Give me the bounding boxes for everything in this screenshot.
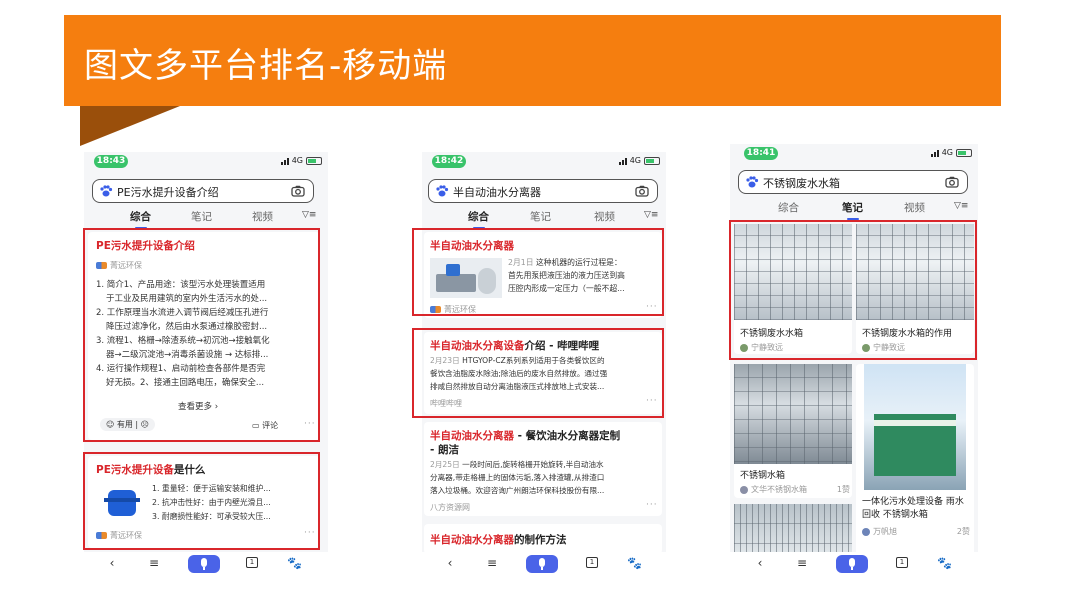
status-time: 18:41 — [744, 147, 778, 160]
note-image — [734, 364, 852, 464]
tabs-count-icon[interactable]: 1 — [586, 557, 598, 568]
highlight-box — [83, 452, 320, 550]
search-query: 不锈钢废水水箱 — [763, 177, 840, 190]
tab-notes[interactable]: 笔记 — [530, 209, 551, 224]
tab-comprehensive[interactable]: 综合 — [778, 200, 799, 215]
baidu-paw-icon — [100, 185, 113, 197]
banner-decoration — [80, 106, 180, 146]
status-bar: 18:42 4G — [422, 152, 666, 174]
note-author: 文华不锈钢水箱 1赞 — [740, 484, 850, 495]
signal-icon — [280, 157, 289, 165]
bottom-nav-bar: ‹ ≡ 1 🐾 — [730, 552, 978, 578]
filter-icon[interactable]: ▽≡ — [954, 201, 968, 211]
tab-notes[interactable]: 笔记 — [191, 209, 212, 224]
back-icon[interactable]: ‹ — [442, 556, 458, 570]
voice-search-button[interactable] — [188, 555, 220, 573]
baidu-paw-icon — [746, 176, 759, 188]
highlight-box — [729, 220, 977, 360]
search-query: PE污水提升设备介绍 — [117, 186, 219, 199]
filter-icon[interactable]: ▽≡ — [302, 210, 316, 220]
menu-icon[interactable]: ≡ — [146, 556, 162, 570]
result-title[interactable]: 半自动油水分离器 - 餐饮油水分离器定制 — [430, 428, 620, 443]
tab-video[interactable]: 视频 — [594, 209, 615, 224]
search-input[interactable]: PE污水提升设备介绍 — [92, 179, 314, 203]
back-icon[interactable]: ‹ — [752, 556, 768, 570]
baidu-home-icon[interactable]: 🐾 — [287, 556, 302, 570]
signal-icon — [930, 149, 939, 157]
bottom-nav-bar: ‹ ≡ 1 🐾 — [84, 552, 328, 578]
phone-screenshot-3: 18:41 4G 不锈钢废水水箱 综合 笔记 视频 ▽≡ 不锈钢废水水箱 宁静致… — [730, 144, 978, 578]
baidu-home-icon[interactable]: 🐾 — [627, 556, 642, 570]
search-input[interactable]: 不锈钢废水水箱 — [738, 170, 968, 194]
avatar — [862, 527, 870, 536]
status-icons: 4G — [280, 156, 322, 165]
menu-icon[interactable]: ≡ — [484, 556, 500, 570]
tab-notes[interactable]: 笔记 — [842, 200, 863, 220]
tab-video[interactable]: 视频 — [904, 200, 925, 215]
tab-comprehensive[interactable]: 综合 — [130, 209, 151, 229]
result-card[interactable]: 半自动油水分离器的制作方法 — [424, 524, 662, 554]
voice-search-button[interactable] — [836, 555, 868, 573]
voice-search-button[interactable] — [526, 555, 558, 573]
status-bar: 18:41 4G — [730, 144, 978, 166]
note-title[interactable]: 一体化污水处理设备 雨水回收 不锈钢水箱 — [862, 496, 970, 522]
highlight-box — [412, 228, 664, 316]
bottom-nav-bar: ‹ ≡ 1 🐾 — [422, 552, 666, 578]
battery-icon — [306, 156, 322, 165]
tabs-count-icon[interactable]: 1 — [896, 557, 908, 568]
battery-icon — [644, 156, 660, 165]
result-card[interactable]: 半自动油水分离器 - 餐饮油水分离器定制 - 朗洁 2月25日 一段时间后,旋转… — [424, 422, 662, 516]
status-icons: 4G — [618, 156, 660, 165]
status-icons: 4G — [930, 148, 972, 157]
network-label: 4G — [291, 156, 303, 165]
tabs-count-icon[interactable]: 1 — [246, 557, 258, 568]
tab-video[interactable]: 视频 — [252, 209, 273, 224]
battery-icon — [956, 148, 972, 157]
tab-comprehensive[interactable]: 综合 — [468, 209, 489, 229]
search-input[interactable]: 半自动油水分离器 — [428, 179, 658, 203]
more-options-icon[interactable]: ··· — [646, 500, 658, 510]
filter-icon[interactable]: ▽≡ — [644, 210, 658, 220]
baidu-paw-icon — [436, 185, 449, 197]
status-bar: 18:43 4G — [84, 152, 328, 174]
camera-icon[interactable] — [945, 176, 959, 188]
note-card[interactable]: 一体化污水处理设备 雨水回收 不锈钢水箱 万帆旭 2赞 — [856, 364, 974, 560]
result-title-line2[interactable]: - 朗洁 — [430, 442, 459, 457]
result-tabs: 综合 笔记 视频 ▽≡ — [730, 200, 978, 222]
note-card[interactable]: 不锈钢水箱 文华不锈钢水箱 1赞 — [734, 364, 852, 498]
highlight-box — [83, 228, 320, 442]
result-snippet: 2月25日 一段时间后,旋转格栅开始旋转,半自动油水 分离器,带走格栅上的固体污… — [430, 460, 605, 495]
note-image — [864, 364, 966, 490]
network-label: 4G — [941, 148, 953, 157]
back-icon[interactable]: ‹ — [104, 556, 120, 570]
menu-icon[interactable]: ≡ — [794, 556, 810, 570]
status-time: 18:42 — [432, 155, 466, 168]
signal-icon — [618, 157, 627, 165]
baidu-home-icon[interactable]: 🐾 — [937, 556, 952, 570]
highlight-box — [412, 328, 664, 418]
avatar — [740, 485, 748, 494]
result-source: 八方资源网 — [430, 503, 470, 512]
camera-icon[interactable] — [635, 185, 649, 197]
note-title[interactable]: 不锈钢水箱 — [740, 468, 785, 481]
camera-icon[interactable] — [291, 185, 305, 197]
result-title[interactable]: 半自动油水分离器的制作方法 — [430, 532, 567, 547]
slide-title: 图文多平台排名-移动端 — [84, 46, 448, 86]
note-author: 万帆旭 2赞 — [862, 526, 970, 537]
status-time: 18:43 — [94, 155, 128, 168]
network-label: 4G — [629, 156, 641, 165]
search-query: 半自动油水分离器 — [453, 186, 541, 199]
